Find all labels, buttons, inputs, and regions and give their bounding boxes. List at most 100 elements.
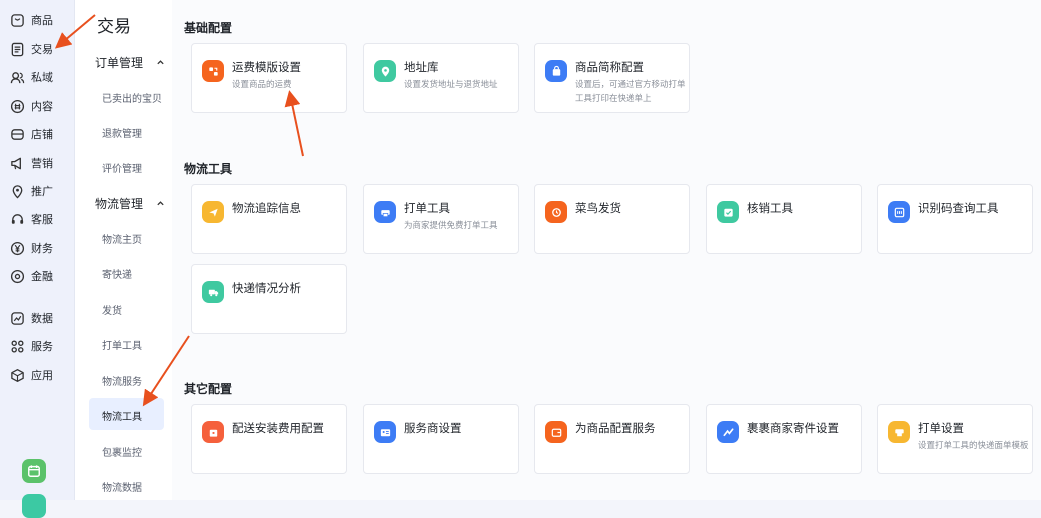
secondary-app-button[interactable] — [22, 494, 46, 518]
gift-box-icon — [202, 421, 224, 443]
rail-item-services[interactable]: 服务 — [10, 335, 53, 357]
rail-item-label: 金融 — [31, 270, 53, 283]
rail-item-trade[interactable]: 交易 — [10, 38, 53, 60]
card-express-analysis[interactable]: 快递情况分析 — [191, 264, 347, 334]
section-title-logistics: 物流工具 — [184, 162, 233, 176]
rail-item-label: 营销 — [31, 157, 53, 170]
card-title: 商品简称配置 — [575, 60, 644, 74]
subnav-item-logistics-home[interactable]: 物流主页 — [102, 231, 142, 246]
rail-item-label: 财务 — [31, 242, 53, 255]
card-title: 菜鸟发货 — [575, 201, 621, 215]
bag-icon — [11, 13, 24, 27]
card-title: 配送安装费用配置 — [232, 421, 324, 435]
section-title-other: 其它配置 — [184, 382, 233, 396]
users-icon — [10, 71, 25, 83]
card-product-short-name[interactable]: 商品简称配置 设置后，可通过官方移动打单工具打印在快递单上 — [534, 43, 690, 113]
card-desc: 设置后，可通过官方移动打单工具打印在快递单上 — [575, 80, 686, 104]
shipping-template-icon — [202, 60, 224, 82]
card-desc: 设置发货地址与退货地址 — [404, 80, 498, 90]
rail-item-banking[interactable]: 金融 — [10, 265, 53, 287]
card-guoguo-shipping[interactable]: 裹裹商家寄件设置 — [706, 404, 862, 474]
subnav-group-logistics[interactable]: 物流管理 — [95, 195, 165, 212]
rail-item-data[interactable]: 数据 — [10, 307, 53, 329]
card-delivery-install-fee[interactable]: 配送安装费用配置 — [191, 404, 347, 474]
card-title: 裹裹商家寄件设置 — [747, 421, 839, 435]
rail-item-label: 商品 — [31, 14, 53, 27]
address-pin-icon — [374, 60, 396, 82]
location-icon — [12, 184, 23, 199]
chevron-up-icon — [157, 60, 164, 65]
main-content: 基础配置 运费模版设置 设置商品的运费 地址库 设置发货地址与退货地址 商品简称… — [172, 0, 1041, 500]
sub-navigation: 交易 订单管理 已卖出的宝贝 退款管理 评价管理 物流管理 物流主页 寄快递 发… — [75, 0, 172, 500]
subnav-item-send-express[interactable]: 寄快递 — [102, 266, 132, 281]
rail-item-private[interactable]: 私域 — [10, 66, 53, 88]
subnav-item-logistics-service[interactable]: 物流服务 — [102, 373, 142, 388]
finance-icon — [10, 269, 25, 283]
rail-item-label: 店铺 — [31, 128, 53, 141]
card-shipping-template[interactable]: 运费模版设置 设置商品的运费 — [191, 43, 347, 113]
subnav-item-logistics-tools[interactable]: 物流工具 — [102, 408, 142, 423]
card-title: 快递情况分析 — [232, 281, 301, 295]
card-cainiao-ship[interactable]: 菜鸟发货 — [534, 184, 690, 254]
apps-icon — [11, 368, 24, 382]
send-icon — [202, 201, 224, 223]
card-code-lookup[interactable]: 识别码查询工具 — [877, 184, 1033, 254]
rail-item-label: 数据 — [31, 312, 53, 325]
rail-item-finance[interactable]: 财务 — [10, 237, 53, 259]
rail-item-label: 应用 — [31, 369, 53, 382]
rail-item-content[interactable]: 内容 — [10, 95, 53, 117]
section-title-basic: 基础配置 — [184, 21, 233, 35]
card-title: 打单设置 — [918, 421, 964, 435]
chevron-up-icon — [157, 201, 164, 206]
calendar-app-button[interactable] — [22, 459, 46, 483]
rail-item-promotion[interactable]: 推广 — [10, 180, 53, 202]
subnav-item-package-monitor[interactable]: 包裹监控 — [102, 444, 142, 459]
rail-item-products[interactable]: 商品 — [10, 9, 53, 31]
card-title: 物流追踪信息 — [232, 201, 301, 215]
card-print-settings[interactable]: 打单设置 设置打单工具的快递面单模板 — [877, 404, 1033, 474]
subnav-item-reviews[interactable]: 评价管理 — [102, 160, 142, 175]
headset-icon — [11, 213, 24, 224]
rail-item-marketing[interactable]: 营销 — [10, 152, 53, 174]
subnav-group-orders[interactable]: 订单管理 — [95, 54, 165, 71]
card-print-tool[interactable]: 打单工具 为商家提供免费打单工具 — [363, 184, 519, 254]
subnav-item-ship[interactable]: 发货 — [102, 302, 122, 317]
rail-item-label: 内容 — [31, 100, 53, 113]
card-verify-tool[interactable]: 核销工具 — [706, 184, 862, 254]
card-desc: 设置打单工具的快递面单模板 — [918, 441, 1029, 451]
card-tracking-info[interactable]: 物流追踪信息 — [191, 184, 347, 254]
megaphone-icon — [11, 157, 21, 169]
yen-icon — [10, 241, 25, 255]
content-icon — [10, 99, 25, 113]
card-title: 核销工具 — [747, 201, 793, 215]
subnav-group-label: 物流管理 — [95, 197, 144, 211]
store-icon — [11, 128, 24, 140]
rail-item-service-center[interactable]: 客服 — [10, 208, 53, 230]
subnav-item-logistics-data[interactable]: 物流数据 — [102, 479, 142, 494]
subnav-item-print-tool[interactable]: 打单工具 — [102, 337, 142, 352]
rail-item-store[interactable]: 店铺 — [10, 123, 53, 145]
truck-icon — [202, 281, 224, 303]
subnav-title: 交易 — [97, 17, 131, 37]
guoguo-icon — [717, 421, 739, 443]
wallet-icon — [545, 421, 567, 443]
card-title: 为商品配置服务 — [575, 421, 656, 435]
printer-icon — [374, 201, 396, 223]
subnav-item-refunds[interactable]: 退款管理 — [102, 125, 142, 140]
document-icon — [11, 42, 24, 56]
card-address-book[interactable]: 地址库 设置发货地址与退货地址 — [363, 43, 519, 113]
card-title: 识别码查询工具 — [918, 201, 999, 215]
id-card-icon — [374, 421, 396, 443]
card-desc: 为商家提供免费打单工具 — [404, 221, 498, 231]
subnav-group-label: 订单管理 — [95, 56, 144, 70]
rail-item-apps[interactable]: 应用 — [10, 364, 53, 386]
rail-item-label: 推广 — [31, 185, 53, 198]
card-service-provider[interactable]: 服务商设置 — [363, 404, 519, 474]
card-product-service[interactable]: 为商品配置服务 — [534, 404, 690, 474]
rail-item-label: 客服 — [31, 213, 53, 226]
rail-item-label: 服务 — [31, 340, 53, 353]
rail-item-label: 交易 — [31, 43, 53, 56]
card-title: 运费模版设置 — [232, 60, 301, 74]
subnav-item-sold[interactable]: 已卖出的宝贝 — [102, 90, 162, 105]
chart-icon — [11, 311, 24, 325]
